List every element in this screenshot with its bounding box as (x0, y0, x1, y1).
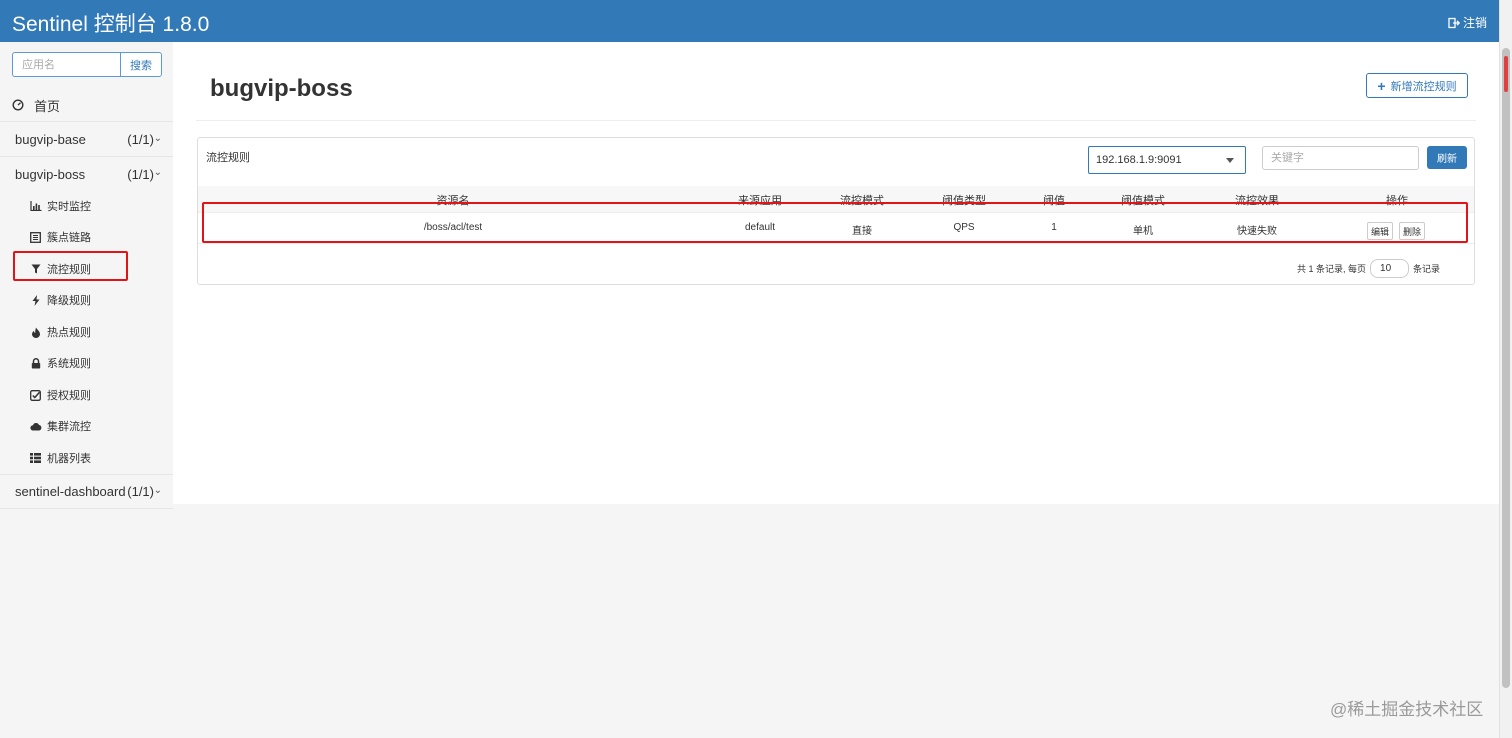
app-count: (1/1) (127, 484, 154, 499)
flow-rules-panel: 流控规则 192.168.1.9:9091 刷新 资源名 来源应用 流控模式 阈… (197, 137, 1475, 285)
menu-label: 热点规则 (47, 327, 91, 339)
chevron-down-icon: ⌄ (153, 167, 162, 178)
scrollbar-thumb[interactable] (1502, 48, 1510, 688)
menu-label: 降级规则 (47, 295, 91, 307)
logout-label: 注销 (1462, 16, 1487, 30)
app-count: (1/1) (127, 166, 154, 182)
bar-chart-icon (29, 201, 42, 211)
refresh-button[interactable]: 刷新 (1427, 146, 1467, 169)
add-flow-rule-label: 新增流控规则 (1390, 80, 1457, 93)
th-list-icon (29, 453, 42, 463)
panel-title: 流控规则 (206, 152, 250, 164)
pagination-suffix: 条记录 (1413, 264, 1441, 274)
scrollbar-marker (1504, 56, 1508, 92)
home-label: 首页 (34, 98, 61, 114)
app-search-input[interactable] (12, 52, 120, 77)
list-icon (29, 231, 42, 243)
machine-select[interactable]: 192.168.1.9:9091 (1088, 146, 1246, 174)
logout-link[interactable]: 注销 (1448, 14, 1487, 31)
menu-label: 集群流控 (47, 421, 91, 433)
main-content: bugvip-boss + 新增流控规则 流控规则 192.168.1.9:90… (173, 42, 1499, 504)
title-divider (196, 120, 1476, 121)
sidebar-item-auth-rules[interactable]: 授权规则 (29, 384, 91, 406)
app-search-button[interactable]: 搜索 (120, 52, 162, 77)
pagination: 共 1 条记录, 每页 10 条记录 (1297, 259, 1440, 278)
add-flow-rule-button[interactable]: + 新增流控规则 (1366, 73, 1468, 98)
keyword-search-input[interactable] (1262, 146, 1419, 170)
sidebar-item-resource-chain[interactable]: 簇点链路 (29, 226, 91, 248)
app-title[interactable]: Sentinel 控制台 1.8.0 (12, 8, 209, 38)
sidebar-item-machine-list[interactable]: 机器列表 (29, 447, 91, 469)
sidebar-item-home[interactable]: 首页 (0, 89, 173, 122)
sidebar-app-bugvip-base[interactable]: bugvip-base (1/1) ⌄ (0, 123, 173, 157)
fire-icon (29, 327, 42, 338)
sidebar-app-sentinel-dashboard[interactable]: sentinel-dashboard (1/1) ⌄ (0, 474, 173, 508)
chevron-down-icon: ⌄ (153, 485, 162, 496)
menu-label: 实时监控 (47, 201, 91, 213)
sidebar-item-realtime-monitor[interactable]: 实时监控 (29, 195, 91, 217)
dashboard-icon (12, 99, 24, 111)
sidebar-item-degrade-rules[interactable]: 降级规则 (29, 289, 91, 311)
app-name: bugvip-base (15, 132, 86, 147)
menu-label: 机器列表 (47, 453, 91, 465)
app-name: sentinel-dashboard (15, 484, 126, 499)
app-name: bugvip-boss (15, 166, 86, 182)
page-size-input[interactable]: 10 (1370, 259, 1410, 278)
sidebar-app-bugvip-boss[interactable]: bugvip-boss (1/1) ⌄ (0, 157, 173, 191)
sidebar-divider (0, 508, 173, 509)
machine-select-value: 192.168.1.9:9091 (1096, 154, 1182, 166)
pagination-prefix: 共 1 条记录, 每页 (1297, 264, 1367, 274)
app-search: 搜索 (12, 52, 162, 77)
top-navbar: Sentinel 控制台 1.8.0 注销 (0, 0, 1499, 42)
chevron-down-icon: ⌄ (153, 133, 162, 144)
sign-out-icon (1448, 17, 1460, 28)
sidebar-item-system-rules[interactable]: 系统规则 (29, 352, 91, 374)
menu-label: 授权规则 (47, 390, 91, 402)
sidebar-item-hotspot-rules[interactable]: 热点规则 (29, 321, 91, 343)
app-count: (1/1) (127, 132, 154, 147)
menu-label: 簇点链路 (47, 232, 91, 244)
page-title: bugvip-boss (210, 75, 353, 102)
cloud-icon (29, 422, 42, 431)
page-scrollbar[interactable] (1499, 0, 1512, 738)
watermark: @稀土掘金技术社区 (1330, 700, 1484, 719)
sidebar-item-cluster-flow[interactable]: 集群流控 (29, 415, 91, 437)
check-square-icon (29, 389, 42, 401)
annotation-highlight-rule-row (202, 202, 1468, 243)
menu-label: 系统规则 (47, 358, 91, 370)
sidebar: 搜索 首页 bugvip-base (1/1) ⌄ bugvip-boss (1… (0, 42, 173, 509)
caret-down-icon (1226, 158, 1234, 163)
plus-icon: + (1377, 77, 1386, 94)
annotation-highlight-flow-rules (13, 251, 128, 281)
flash-icon (29, 294, 42, 306)
lock-icon (29, 357, 42, 369)
